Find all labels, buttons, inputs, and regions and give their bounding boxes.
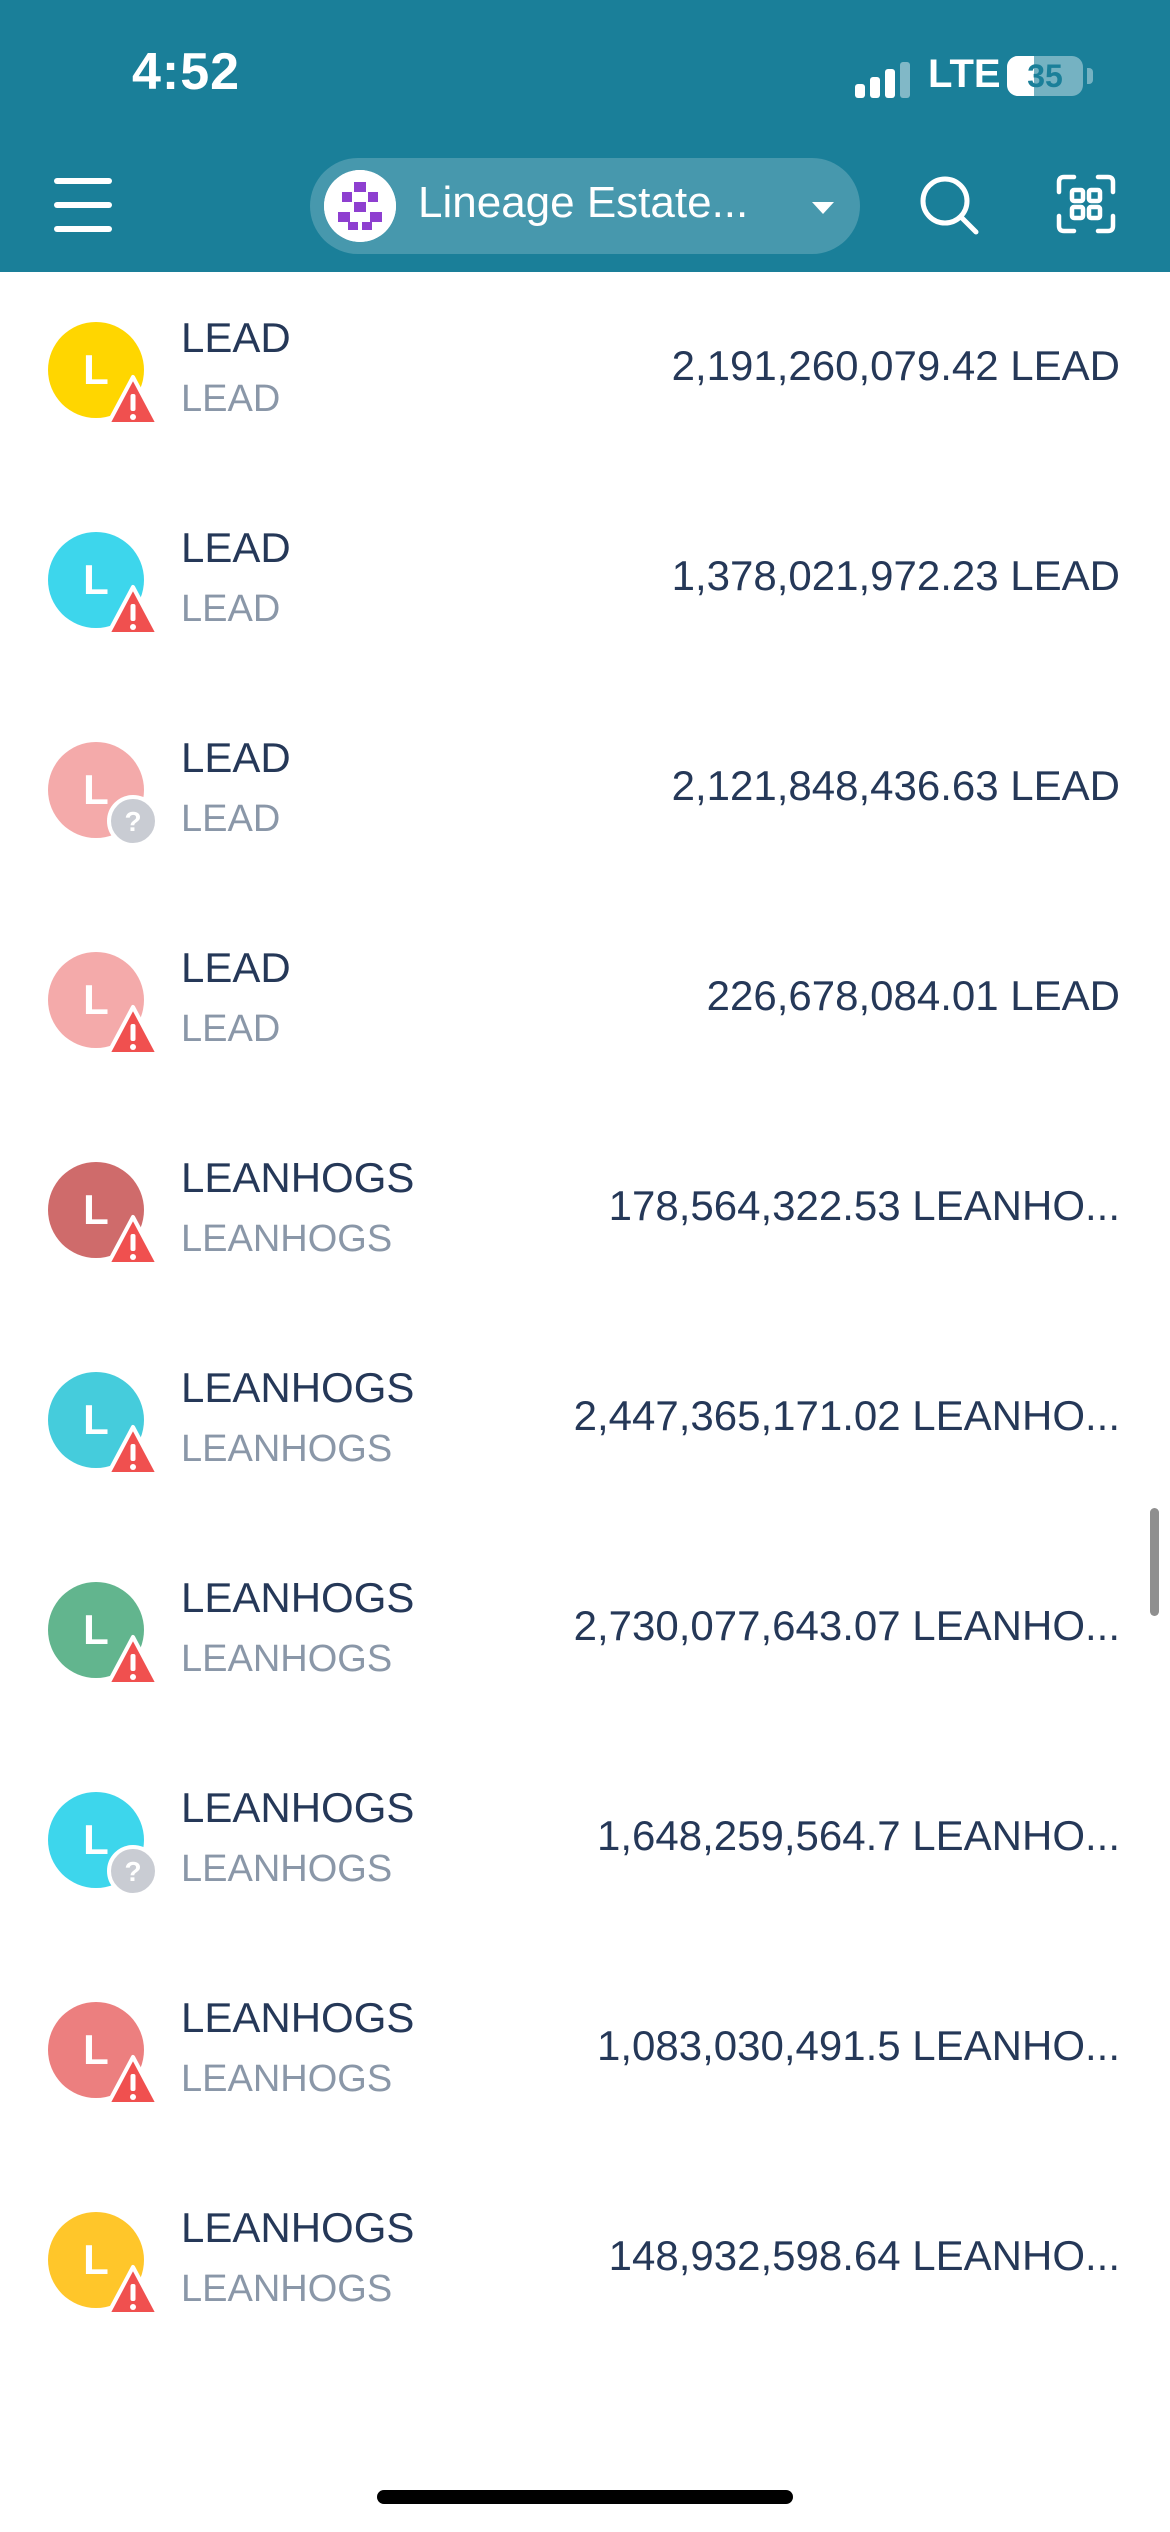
- warning-icon: [106, 1004, 160, 1058]
- token-name: LEANHOGS: [181, 1574, 415, 1621]
- token-list[interactable]: L LEAD LEAD 2,191,260,079.42 LEAD L LEAD LEAD 1…: [0, 272, 1170, 2430]
- warning-icon: [106, 374, 160, 428]
- token-symbol: LEAD: [181, 1008, 281, 1050]
- warning-icon: [106, 2264, 160, 2318]
- warning-icon: [106, 1634, 160, 1688]
- token-symbol: LEANHOGS: [181, 2268, 393, 2310]
- warning-icon: [106, 1424, 160, 1478]
- token-symbol: LEANHOGS: [181, 2058, 393, 2100]
- token-row[interactable]: L? LEAD LEAD 2,121,848,436.63 LEAD: [0, 692, 1170, 902]
- wallet-selector[interactable]: Lineage Estate...: [310, 158, 860, 254]
- token-row[interactable]: L LEANHOGS LEANHOGS 1,083,030,491.5 LEANHO.…: [0, 1952, 1170, 2162]
- token-row[interactable]: L? LEANHOGS LEANHOGS 1,648,259,564.7 LEANHO…: [0, 1742, 1170, 1952]
- battery-tip: [1087, 68, 1093, 84]
- token-name: LEAD: [181, 734, 291, 781]
- token-row[interactable]: L LEANHOGS LEANHOGS 178,564,322.53 LEANHO..…: [0, 1112, 1170, 1322]
- token-symbol: LEAD: [181, 588, 281, 630]
- token-symbol: LEAD: [181, 798, 281, 840]
- token-balance: 1,378,021,972.23 LEAD: [671, 552, 1120, 599]
- app-header: 4:52 LTE 35 Lineage Estate...: [0, 0, 1170, 272]
- home-indicator[interactable]: [377, 2490, 793, 2504]
- token-balance: 226,678,084.01 LEAD: [706, 972, 1120, 1019]
- token-row[interactable]: L LEANHOGS LEANHOGS 2,447,365,171.02 LEANHO…: [0, 1322, 1170, 1532]
- chevron-down-icon: [812, 202, 834, 214]
- token-symbol: LEAD: [181, 378, 281, 420]
- status-bar: 4:52 LTE 35: [0, 0, 1170, 150]
- wallet-avatar: [324, 170, 396, 242]
- token-name: LEAD: [181, 944, 291, 991]
- warning-icon: [106, 584, 160, 638]
- hamburger-menu-icon[interactable]: [54, 178, 112, 232]
- scrollbar[interactable]: [1150, 1508, 1159, 1616]
- warning-icon: [106, 2054, 160, 2108]
- token-row[interactable]: L LEANHOGS LEANHOGS 2,730,077,643.07 LEANHO…: [0, 1532, 1170, 1742]
- token-symbol: LEANHOGS: [181, 1218, 393, 1260]
- battery-icon: 35: [1007, 56, 1083, 96]
- qr-scan-icon[interactable]: [1056, 174, 1116, 234]
- token-balance: 178,564,322.53 LEANHO...: [608, 1182, 1120, 1229]
- token-symbol: LEANHOGS: [181, 1638, 393, 1680]
- token-balance: 2,730,077,643.07 LEANHO...: [573, 1602, 1120, 1649]
- warning-icon: [106, 1214, 160, 1268]
- token-symbol: LEANHOGS: [181, 1848, 393, 1890]
- token-name: LEAD: [181, 524, 291, 571]
- svg-text:?: ?: [124, 1856, 141, 1887]
- search-icon[interactable]: [918, 174, 980, 236]
- cellular-signal-icon: [855, 58, 915, 98]
- token-balance: 1,648,259,564.7 LEANHO...: [596, 1812, 1120, 1859]
- status-time: 4:52: [132, 43, 241, 101]
- wallet-name: Lineage Estate...: [418, 178, 749, 227]
- token-row[interactable]: L LEAD LEAD 2,191,260,079.42 LEAD: [0, 272, 1170, 482]
- token-balance: 2,121,848,436.63 LEAD: [671, 762, 1120, 809]
- token-row[interactable]: L LEAD LEAD 226,678,084.01 LEAD: [0, 902, 1170, 1112]
- question-mark-icon: ?: [106, 1844, 160, 1898]
- token-balance: 2,447,365,171.02 LEANHO...: [573, 1392, 1120, 1439]
- token-name: LEANHOGS: [181, 1154, 415, 1201]
- token-balance: 2,191,260,079.42 LEAD: [671, 342, 1120, 389]
- token-name: LEANHOGS: [181, 1994, 415, 2041]
- bottom-area: [0, 2422, 1170, 2532]
- battery-level: 35: [1027, 58, 1063, 94]
- svg-text:?: ?: [124, 806, 141, 837]
- token-balance: 1,083,030,491.5 LEANHO...: [596, 2022, 1120, 2069]
- token-name: LEANHOGS: [181, 2204, 415, 2251]
- network-type: LTE: [928, 52, 1001, 96]
- token-name: LEAD: [181, 314, 291, 361]
- token-name: LEANHOGS: [181, 1784, 415, 1831]
- token-balance: 148,932,598.64 LEANHO...: [608, 2232, 1120, 2279]
- token-symbol: LEANHOGS: [181, 1428, 393, 1470]
- token-name: LEANHOGS: [181, 1364, 415, 1411]
- token-row[interactable]: L LEAD LEAD 1,378,021,972.23 LEAD: [0, 482, 1170, 692]
- question-mark-icon: ?: [106, 794, 160, 848]
- token-row[interactable]: L LEANHOGS LEANHOGS 148,932,598.64 LEANHO..…: [0, 2162, 1170, 2372]
